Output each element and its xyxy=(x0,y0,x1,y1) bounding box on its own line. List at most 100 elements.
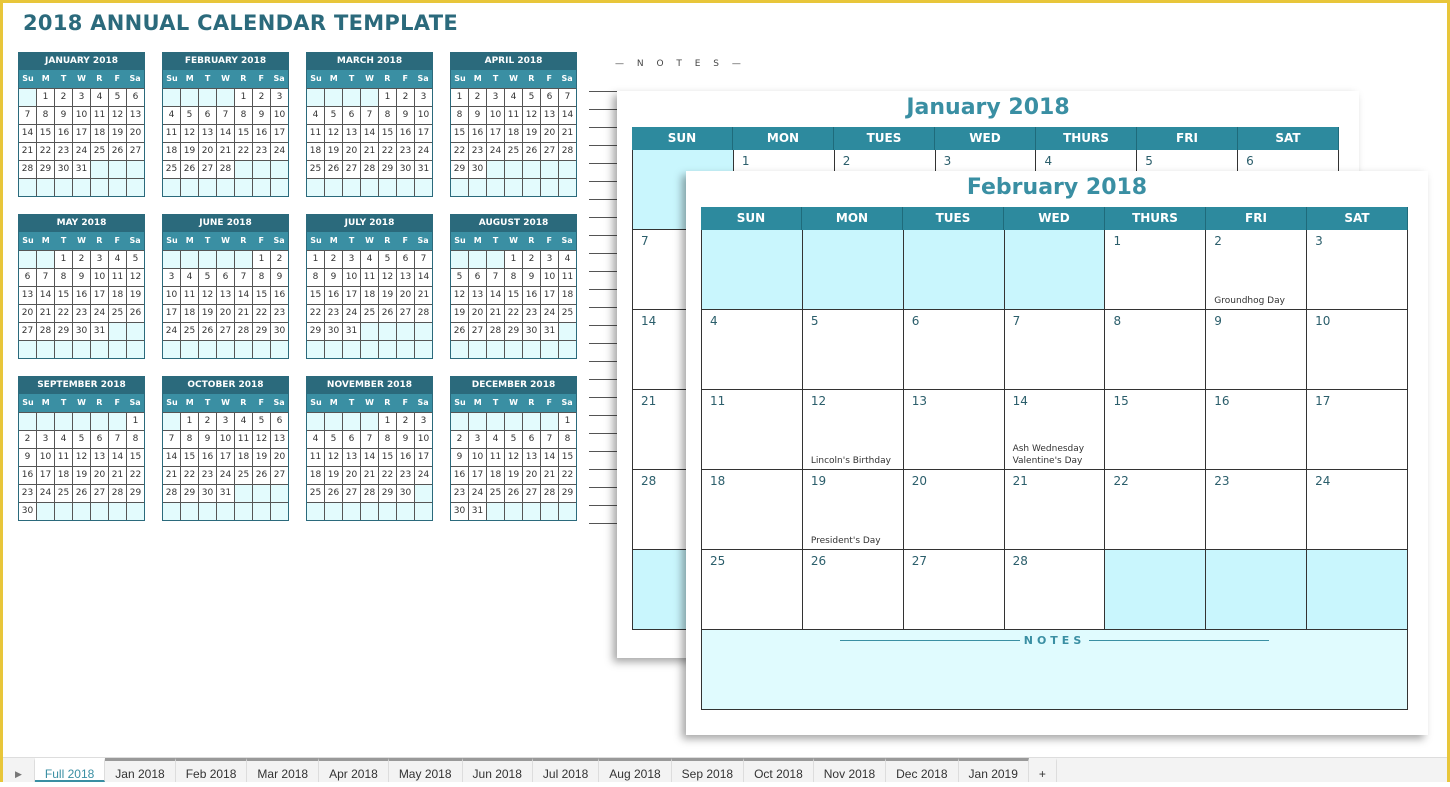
day-cell[interactable] xyxy=(361,412,379,430)
day-cell[interactable]: 15 xyxy=(379,448,397,466)
day-cell[interactable]: 13 xyxy=(127,106,144,124)
day-cell[interactable]: 13 xyxy=(523,448,541,466)
day-cell[interactable]: 4 xyxy=(701,310,803,390)
day-cell[interactable]: 29 xyxy=(307,322,325,340)
day-cell[interactable] xyxy=(199,340,217,358)
day-cell[interactable]: 11 xyxy=(505,106,523,124)
day-cell[interactable] xyxy=(505,160,523,178)
day-cell[interactable]: 21 xyxy=(559,124,576,142)
day-cell[interactable]: 2 xyxy=(325,250,343,268)
day-cell[interactable]: 19 xyxy=(451,304,469,322)
day-cell[interactable]: 4 xyxy=(361,250,379,268)
day-cell[interactable]: 7 xyxy=(235,268,253,286)
day-cell[interactable]: 4 xyxy=(505,88,523,106)
day-cell[interactable]: 29 xyxy=(253,322,271,340)
day-cell[interactable]: 26 xyxy=(181,160,199,178)
day-cell[interactable] xyxy=(253,178,271,196)
day-cell[interactable]: 18 xyxy=(307,466,325,484)
day-cell[interactable]: 19 xyxy=(325,466,343,484)
day-cell[interactable] xyxy=(91,412,109,430)
day-cell[interactable] xyxy=(415,340,432,358)
day-cell[interactable]: 14 xyxy=(235,286,253,304)
day-cell[interactable]: 8 xyxy=(127,430,144,448)
day-cell[interactable] xyxy=(253,340,271,358)
day-cell[interactable]: 14 xyxy=(415,268,432,286)
day-cell[interactable] xyxy=(271,502,288,520)
day-cell[interactable]: 9 xyxy=(523,268,541,286)
day-cell[interactable] xyxy=(37,250,55,268)
tab-sep-2018[interactable]: Sep 2018 xyxy=(671,758,745,782)
day-cell[interactable]: 26 xyxy=(325,484,343,502)
day-cell[interactable]: 30 xyxy=(271,322,288,340)
day-cell[interactable]: 7 xyxy=(361,106,379,124)
day-cell[interactable]: 21 xyxy=(415,286,432,304)
day-cell[interactable] xyxy=(325,340,343,358)
day-cell[interactable]: 21 xyxy=(19,142,37,160)
day-cell[interactable] xyxy=(903,230,1005,310)
day-cell[interactable] xyxy=(235,178,253,196)
day-cell[interactable] xyxy=(343,502,361,520)
day-cell[interactable] xyxy=(541,502,559,520)
day-cell[interactable] xyxy=(541,412,559,430)
day-cell[interactable]: 23 xyxy=(523,304,541,322)
day-cell[interactable] xyxy=(361,502,379,520)
day-cell[interactable]: 24 xyxy=(1307,470,1409,550)
day-cell[interactable]: 4 xyxy=(55,430,73,448)
day-cell[interactable]: 28 xyxy=(37,322,55,340)
day-cell[interactable]: 24 xyxy=(415,466,432,484)
day-cell[interactable]: 26 xyxy=(73,484,91,502)
day-cell[interactable]: 12 xyxy=(73,448,91,466)
day-cell[interactable]: 8 xyxy=(235,106,253,124)
day-cell[interactable]: 20 xyxy=(343,466,361,484)
day-cell[interactable]: 29 xyxy=(181,484,199,502)
day-cell[interactable]: 10 xyxy=(73,106,91,124)
day-cell[interactable]: 11 xyxy=(559,268,576,286)
day-cell[interactable] xyxy=(19,178,37,196)
day-cell[interactable]: 1 xyxy=(181,412,199,430)
tab-dec-2018[interactable]: Dec 2018 xyxy=(886,758,959,782)
day-cell[interactable]: 5 xyxy=(505,430,523,448)
day-cell[interactable]: 26 xyxy=(253,466,271,484)
day-cell[interactable]: 28 xyxy=(415,304,432,322)
day-cell[interactable] xyxy=(307,502,325,520)
day-cell[interactable]: 3 xyxy=(91,250,109,268)
day-cell[interactable]: 5 xyxy=(802,310,904,390)
day-cell[interactable]: 10 xyxy=(217,430,235,448)
tab-jan-2018[interactable]: Jan 2018 xyxy=(105,758,176,782)
day-cell[interactable]: 17 xyxy=(1307,390,1409,470)
day-cell[interactable] xyxy=(55,502,73,520)
day-cell[interactable]: 10 xyxy=(487,106,505,124)
day-cell[interactable]: 14 xyxy=(163,448,181,466)
day-cell[interactable]: 10 xyxy=(271,106,288,124)
day-cell[interactable]: 30 xyxy=(19,502,37,520)
day-cell[interactable] xyxy=(1105,550,1207,630)
day-cell[interactable]: 6 xyxy=(397,250,415,268)
day-cell[interactable]: 8 xyxy=(559,430,576,448)
day-cell[interactable]: 21 xyxy=(541,466,559,484)
day-cell[interactable]: 15 xyxy=(253,286,271,304)
day-cell[interactable]: 18 xyxy=(361,286,379,304)
day-cell[interactable] xyxy=(91,502,109,520)
day-cell[interactable] xyxy=(181,178,199,196)
day-cell[interactable] xyxy=(163,340,181,358)
day-cell[interactable] xyxy=(127,160,144,178)
day-cell[interactable] xyxy=(487,340,505,358)
day-cell[interactable]: 13 xyxy=(19,286,37,304)
day-cell[interactable]: 21 xyxy=(109,466,127,484)
day-cell[interactable]: 18 xyxy=(109,286,127,304)
tab-jan-2019[interactable]: Jan 2019 xyxy=(958,758,1029,782)
day-cell[interactable]: 15 xyxy=(127,448,144,466)
day-cell[interactable]: 17 xyxy=(469,466,487,484)
day-cell[interactable]: 7 xyxy=(559,88,576,106)
day-cell[interactable]: 3 xyxy=(271,88,288,106)
day-cell[interactable]: 12 xyxy=(451,286,469,304)
day-cell[interactable]: 28 xyxy=(361,160,379,178)
day-cell[interactable]: 20 xyxy=(271,448,288,466)
day-cell[interactable]: 9 xyxy=(1206,310,1308,390)
day-cell[interactable]: 29 xyxy=(379,484,397,502)
day-cell[interactable]: 24 xyxy=(217,466,235,484)
day-cell[interactable] xyxy=(559,322,576,340)
day-cell[interactable]: 4 xyxy=(181,268,199,286)
day-cell[interactable]: 14 xyxy=(559,106,576,124)
day-cell[interactable]: 28 xyxy=(217,160,235,178)
